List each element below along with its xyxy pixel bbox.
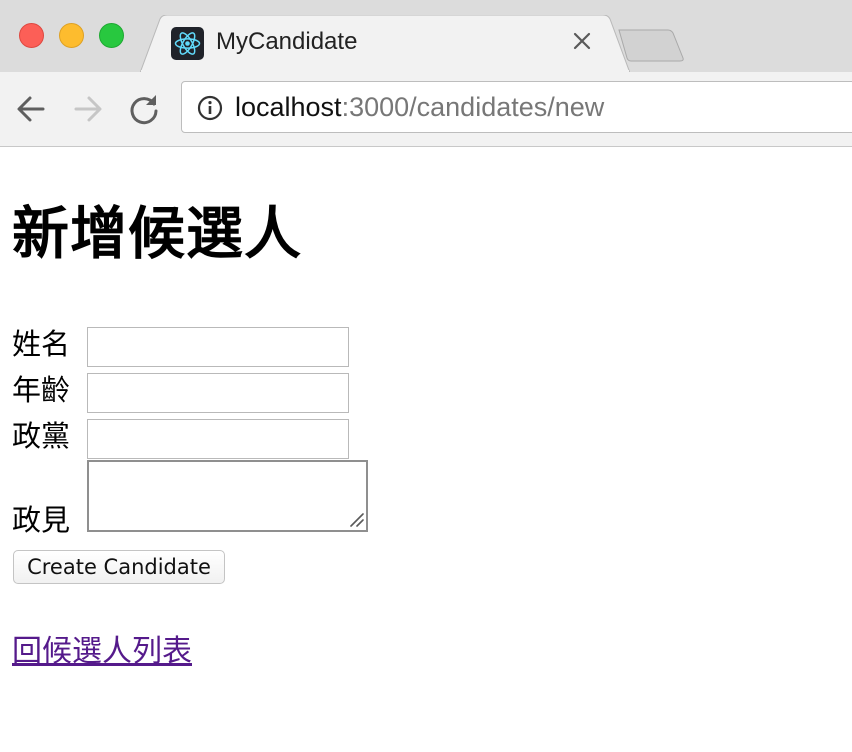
reload-icon[interactable]: [127, 92, 161, 126]
url-path: :3000/candidates/new: [341, 92, 605, 122]
platform-textarea[interactable]: [87, 460, 368, 532]
back-to-list-link[interactable]: 回候選人列表: [12, 630, 192, 674]
age-label: 年齡: [12, 373, 71, 407]
name-field[interactable]: [87, 327, 349, 367]
react-logo-icon: [171, 27, 204, 60]
tab-strip: MyCandidate: [0, 0, 852, 73]
create-candidate-button[interactable]: Create Candidate: [13, 550, 225, 584]
party-label: 政黨: [12, 419, 71, 453]
back-arrow-icon[interactable]: [14, 92, 48, 126]
new-tab-button[interactable]: [616, 28, 688, 64]
url-host: localhost: [235, 92, 342, 122]
browser-toolbar: localhost:3000/candidates/new: [0, 72, 852, 147]
tab-close-icon[interactable]: [570, 29, 594, 53]
address-bar[interactable]: localhost:3000/candidates/new: [181, 81, 852, 133]
window-close-button[interactable]: [19, 23, 44, 48]
forward-arrow-icon[interactable]: [71, 92, 105, 126]
party-field[interactable]: [87, 419, 349, 459]
resize-handle-icon[interactable]: [349, 512, 364, 527]
page-title: 新增候選人: [12, 201, 302, 267]
tab-title: MyCandidate: [216, 28, 358, 55]
window-maximize-button[interactable]: [99, 23, 124, 48]
platform-label: 政見: [12, 503, 71, 537]
name-label: 姓名: [12, 327, 71, 361]
info-icon[interactable]: [197, 95, 223, 121]
browser-tab-active[interactable]: MyCandidate: [140, 15, 630, 73]
url-text: localhost:3000/candidates/new: [235, 92, 604, 123]
tab-shape: [140, 15, 630, 73]
window-minimize-button[interactable]: [59, 23, 84, 48]
age-field[interactable]: [87, 373, 349, 413]
